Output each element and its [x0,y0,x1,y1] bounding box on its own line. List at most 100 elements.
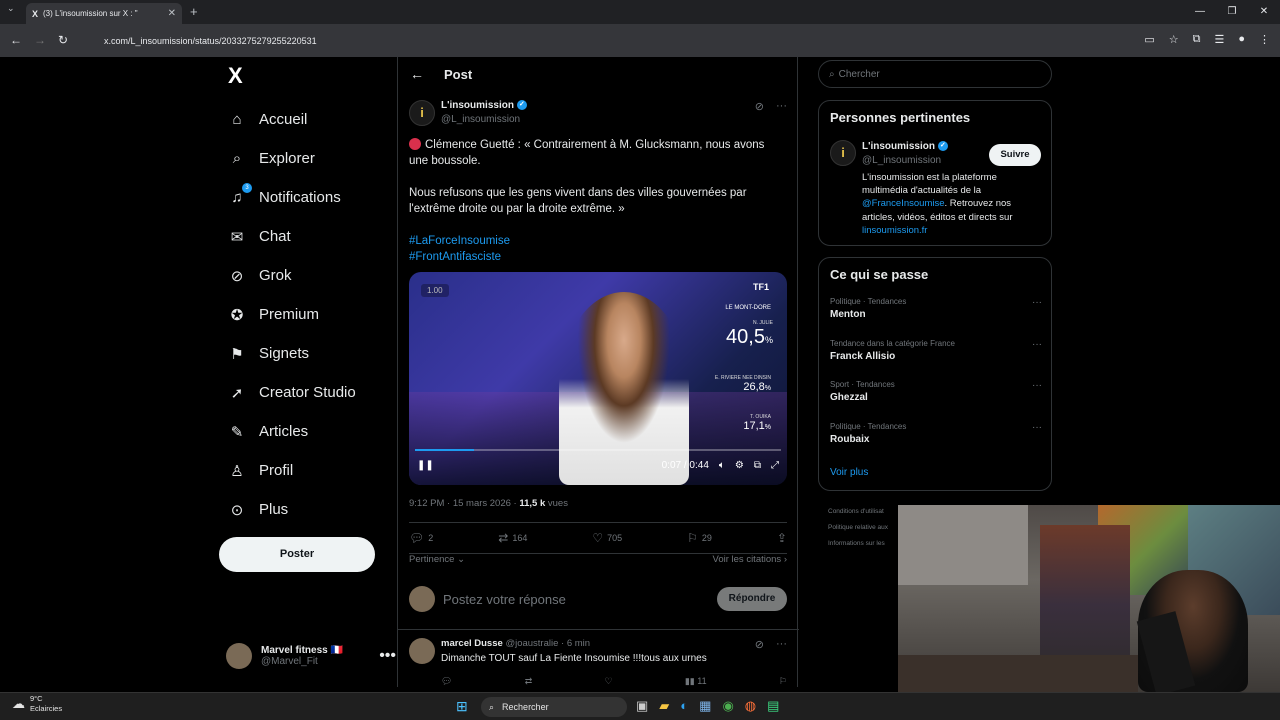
close-window-icon[interactable]: ✕ [1248,0,1280,24]
star-icon[interactable]: ☆ [1169,33,1179,46]
reply-submit-button[interactable]: Répondre [717,587,787,611]
video-player[interactable]: 1.00 TF1 LE MONT-DORE N. JULIE 40,5% E. … [409,272,787,485]
divider [398,629,799,630]
footer-link[interactable]: Politique relative aux [828,520,903,536]
comment-author[interactable]: marcel Dusse [441,638,503,649]
new-tab-icon[interactable]: + [190,4,198,19]
back-arrow-icon[interactable]: ← [410,66,424,82]
grok-icon[interactable]: ⊘ [755,100,764,113]
nav-item-profil[interactable]: ♙ Profil [218,451,356,490]
avatar[interactable]: i [830,140,856,166]
video-progress-bar[interactable] [415,449,781,451]
nav-item-notifications[interactable]: ♫ 3 Notifications [218,178,356,217]
nav-item-creator-studio[interactable]: ➚ Creator Studio [218,373,356,412]
views-label: vues [545,498,568,509]
author-handle[interactable]: @L_insoumission [441,114,520,125]
more-icon[interactable]: ··· [1032,422,1042,433]
home-icon: ⌂ [232,111,242,128]
file-explorer-icon[interactable]: ▰ [659,698,669,714]
tab-list-icon[interactable]: ⌄ [7,3,15,14]
volume-icon[interactable]: 🔈︎ [719,460,725,471]
footer-link[interactable]: Conditions d'utilisat [828,504,903,520]
mention-link[interactable]: @FranceInsoumise [862,198,945,209]
comment-icon[interactable]: 💬︎ [441,676,452,687]
hashtag-link[interactable]: #FrontAntifasciste [409,249,779,265]
settings-icon[interactable]: ⚙ [735,460,744,471]
browser-tab[interactable]: X (3) L'insoumission sur X : " ✕ [26,3,182,24]
pip-icon[interactable]: ⧉ [754,460,761,471]
see-more-link[interactable]: Voir plus [830,467,868,478]
taskbar-search-label: Rechercher [502,702,549,712]
reply-input[interactable]: Postez votre réponse [443,592,566,607]
back-icon[interactable]: ← [10,33,22,47]
nav-item-signets[interactable]: ⚑ Signets [218,334,356,373]
nav-item-accueil[interactable]: ⌂ Accueil [218,100,356,139]
bookmark-icon[interactable]: ⚐ [779,676,787,687]
address-bar[interactable]: x.com/L_insoumission/status/203327527925… [80,28,1180,53]
post-actions: 💬︎ 2 ⇄ 164 ♡ 705 ⚐ 29 ⇪ [409,531,787,545]
nav-item-plus[interactable]: ⊙ Plus [218,490,356,529]
nav-item-articles[interactable]: ✎ Articles [218,412,356,451]
trend-item[interactable]: Politique · Tendances Menton ··· [830,297,1042,320]
task-view-icon[interactable]: ▣ [636,698,648,714]
nav-item-explorer[interactable]: ⌕ Explorer [218,139,356,178]
reload-icon[interactable]: ↻ [58,33,68,47]
trend-item[interactable]: Sport · Tendances Ghezzal ··· [830,380,1042,403]
nav-item-grok[interactable]: ⊘ Grok [218,256,356,295]
post-time[interactable]: 9:12 PM · 15 mars 2026 · [409,498,519,509]
video-speed[interactable]: 1.00 [421,284,449,297]
app-icon[interactable]: ▤ [767,698,779,714]
more-icon[interactable]: ··· [776,638,787,651]
sidebar-icon[interactable]: ☰ [1214,33,1224,46]
bookmark-button[interactable]: ⚐ 29 [687,531,712,545]
repost-icon[interactable]: ⇄ [525,676,533,687]
more-icon[interactable]: ··· [776,100,787,113]
extensions-icon[interactable]: ⧉ [1193,33,1201,46]
grok-icon[interactable]: ⊘ [755,638,764,651]
bio-url-link[interactable]: linsoumission.fr [862,225,927,236]
more-icon[interactable]: ··· [1032,339,1042,350]
post-button[interactable]: Poster [219,537,375,572]
store-icon[interactable]: ▦ [699,698,711,714]
account-switcher[interactable]: Marvel fitness 🇫🇷 @Marvel_Fit ••• [226,643,396,669]
search-input[interactable]: ⌕ Chercher [818,60,1052,88]
views-button[interactable]: ▮▮ 11 [685,676,707,687]
quotes-link[interactable]: Voir les citations › [713,554,787,565]
hashtag-link[interactable]: #LaForceInsoumise [409,233,779,249]
firefox-icon[interactable]: ◍ [745,698,756,714]
more-icon[interactable]: ··· [1032,297,1042,308]
sort-dropdown[interactable]: Pertinence ⌄ [409,554,465,565]
footer-link[interactable]: Informations sur les [828,536,903,552]
nav-label: Accueil [259,111,308,128]
person-name-row[interactable]: L'insoumission ✓ [862,141,948,152]
pause-icon[interactable]: ❚❚ [417,460,434,471]
cast-icon[interactable]: ▭ [1144,33,1154,46]
taskbar-search[interactable]: ⌕ Rechercher [481,697,627,717]
trend-item[interactable]: Politique · Tendances Roubaix ··· [830,422,1042,445]
heart-icon[interactable]: ♡ [605,676,613,687]
chrome-icon[interactable]: ◉ [722,698,733,714]
author-avatar[interactable]: i [409,100,435,126]
share-button[interactable]: ⇪ [777,531,787,545]
trend-item[interactable]: Tendance dans la catégorie France Franck … [830,339,1042,362]
nav-item-premium[interactable]: ✪ Premium [218,295,356,334]
like-button[interactable]: ♡ 705 [592,531,622,545]
forward-icon[interactable]: → [34,33,46,47]
maximize-icon[interactable]: ❐ [1216,0,1248,24]
nav-item-chat[interactable]: ✉ Chat [218,217,356,256]
repost-button[interactable]: ⇄ 164 [498,531,527,545]
author-name-row[interactable]: L'insoumission ✓ [441,100,527,111]
weather-widget[interactable]: ☁ 9°C Eclaircies [12,694,62,714]
x-logo[interactable]: X [228,63,243,89]
windows-start-icon[interactable]: ⊞ [456,698,468,715]
more-icon[interactable]: ··· [1032,380,1042,391]
minimize-icon[interactable]: — [1184,0,1216,24]
follow-button[interactable]: Suivre [989,144,1041,166]
edge-icon[interactable]: ◐ [680,698,688,714]
reply-button[interactable]: 💬︎ 2 [409,531,433,545]
menu-icon[interactable]: ⋮ [1259,33,1270,46]
tab-close-icon[interactable]: ✕ [168,8,176,19]
profile-icon[interactable]: ● [1238,33,1245,46]
more-icon[interactable]: ••• [379,647,396,665]
fullscreen-icon[interactable]: ⤢ [771,460,779,471]
